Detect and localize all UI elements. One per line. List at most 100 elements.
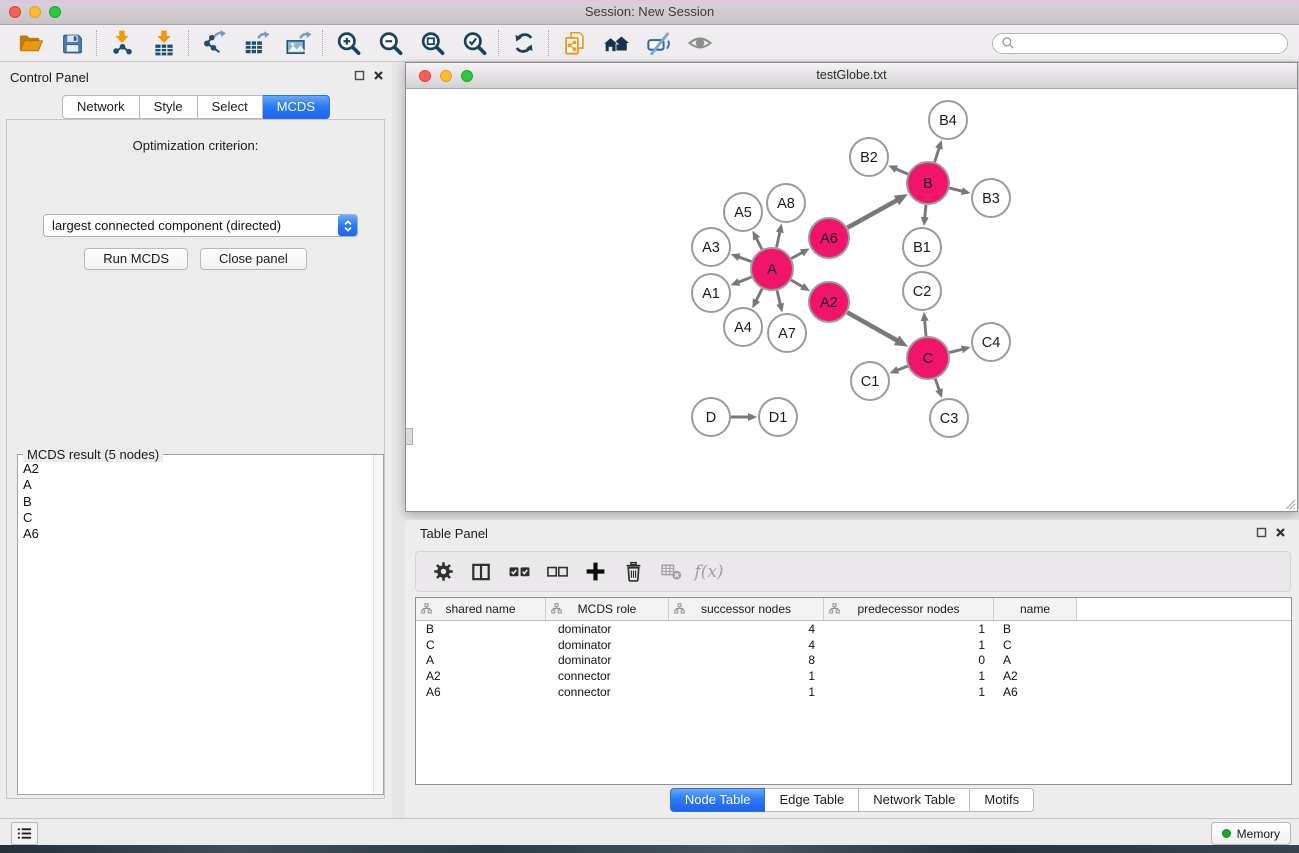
- export-image-icon[interactable]: [277, 27, 319, 59]
- result-scrollbar[interactable]: [373, 455, 383, 794]
- edge-B-B3[interactable]: [949, 188, 962, 191]
- unselect-all-columns-icon[interactable]: [538, 556, 576, 588]
- edge-A-A7[interactable]: [777, 290, 780, 304]
- edge-A-A5[interactable]: [756, 238, 762, 250]
- node-label-C1: C1: [861, 374, 880, 390]
- edge-A-A3[interactable]: [738, 257, 751, 262]
- column-header-successor-nodes[interactable]: successor nodes: [669, 598, 824, 620]
- table-row[interactable]: Adominator80A: [416, 652, 1291, 668]
- delete-table-icon[interactable]: [652, 556, 690, 588]
- export-network-icon[interactable]: [193, 27, 235, 59]
- table-cell: dominator: [546, 622, 669, 636]
- edge-A-A1[interactable]: [738, 277, 752, 282]
- table-cell: 0: [824, 653, 994, 667]
- refresh-view-icon[interactable]: [503, 27, 545, 59]
- result-item: C: [23, 510, 373, 526]
- table-row[interactable]: Bdominator41B: [416, 621, 1291, 637]
- search-input[interactable]: [1020, 35, 1279, 51]
- criterion-dropdown[interactable]: largest connected component (directed): [43, 214, 358, 237]
- column-header-MCDS-role[interactable]: MCDS role: [546, 598, 669, 620]
- column-header-name[interactable]: name: [994, 598, 1077, 620]
- float-panel-icon[interactable]: [354, 70, 365, 81]
- edge-B-B4[interactable]: [935, 148, 940, 162]
- function-builder-icon[interactable]: f(x): [690, 556, 728, 588]
- table-cell: 4: [669, 638, 824, 652]
- table-row[interactable]: A2connector11A2: [416, 668, 1291, 684]
- edge-A-A8[interactable]: [777, 231, 780, 247]
- show-hide-eye-icon[interactable]: [679, 27, 721, 59]
- edge-A2-C[interactable]: [847, 312, 897, 340]
- zoom-out-icon[interactable]: [369, 27, 411, 59]
- mcds-result-box: MCDS result (5 nodes) A2ABCA6: [17, 454, 384, 795]
- zoom-selected-icon[interactable]: [453, 27, 495, 59]
- select-all-columns-icon[interactable]: [500, 556, 538, 588]
- edge-C-C2[interactable]: [925, 320, 926, 336]
- desktop-wallpaper-strip: [0, 845, 1299, 853]
- float-table-panel-icon[interactable]: [1256, 527, 1267, 538]
- table-row[interactable]: A6connector11A6: [416, 684, 1291, 700]
- delete-column-icon[interactable]: [614, 556, 652, 588]
- network-view[interactable]: AA1A3A5A8A4A7A6A2BB2B4B3B1CC2C4C1C3DD1: [406, 88, 1297, 511]
- node-label-D1: D1: [769, 410, 788, 426]
- import-table-icon[interactable]: [143, 27, 185, 59]
- tab-style[interactable]: Style: [140, 95, 198, 119]
- tab-network[interactable]: Network: [62, 95, 140, 119]
- close-table-panel-icon[interactable]: [1275, 527, 1286, 538]
- column-header-shared-name[interactable]: shared name: [416, 598, 546, 620]
- table-panel-title: Table Panel: [420, 526, 488, 541]
- edge-C-C1[interactable]: [897, 366, 908, 370]
- add-column-icon[interactable]: [576, 556, 614, 588]
- edge-C-C3[interactable]: [935, 379, 939, 391]
- edge-A-A6[interactable]: [791, 252, 802, 258]
- edge-arrow-icon: [890, 366, 900, 373]
- result-item: A: [23, 477, 373, 493]
- open-session-icon[interactable]: [9, 27, 51, 59]
- column-visibility-icon[interactable]: [462, 556, 500, 588]
- tab-motifs[interactable]: Motifs: [970, 788, 1034, 812]
- table-row[interactable]: Cdominator41C: [416, 637, 1291, 653]
- label-visibility-icon[interactable]: [637, 27, 679, 59]
- tab-network-table[interactable]: Network Table: [859, 788, 970, 812]
- network-window-titlebar[interactable]: testGlobe.txt: [406, 63, 1297, 89]
- close-panel-icon[interactable]: [373, 70, 384, 81]
- export-table-icon[interactable]: [235, 27, 277, 59]
- zoom-fit-icon[interactable]: [411, 27, 453, 59]
- import-network-icon[interactable]: [101, 27, 143, 59]
- resize-grip-icon[interactable]: [1282, 496, 1296, 510]
- node-label-B2: B2: [860, 150, 878, 166]
- birdseye-handle[interactable]: [406, 428, 413, 445]
- node-label-A8: A8: [777, 196, 795, 212]
- settings-gear-icon[interactable]: [424, 556, 462, 588]
- save-session-icon[interactable]: [51, 27, 93, 59]
- edge-A-A2[interactable]: [791, 280, 803, 287]
- node-label-D: D: [706, 410, 716, 426]
- result-item: A6: [23, 526, 373, 542]
- close-panel-button[interactable]: Close panel: [200, 248, 307, 270]
- edge-B-B2[interactable]: [896, 169, 908, 174]
- tab-mcds[interactable]: MCDS: [263, 95, 330, 119]
- table-cell: C: [994, 638, 1077, 652]
- new-network-from-selection-icon[interactable]: [553, 27, 595, 59]
- show-task-history-button[interactable]: [11, 822, 38, 845]
- tab-node-table[interactable]: Node Table: [670, 788, 766, 812]
- node-label-A6: A6: [820, 231, 838, 247]
- table-cell: A2: [994, 669, 1077, 683]
- node-label-A: A: [767, 262, 777, 278]
- edge-A6-B[interactable]: [847, 200, 897, 228]
- column-header-predecessor-nodes[interactable]: predecessor nodes: [824, 598, 994, 620]
- mcds-panel: Optimization criterion: largest connecte…: [6, 119, 385, 799]
- network-graph[interactable]: AA1A3A5A8A4A7A6A2BB2B4B3B1CC2C4C1C3DD1: [406, 88, 1297, 511]
- memory-button[interactable]: Memory: [1211, 822, 1291, 845]
- edge-B-B1[interactable]: [925, 205, 926, 218]
- cybrowser-home-icon[interactable]: [595, 27, 637, 59]
- search-field[interactable]: [992, 33, 1288, 54]
- edge-A-A4[interactable]: [756, 289, 762, 301]
- zoom-in-icon[interactable]: [327, 27, 369, 59]
- network-window: testGlobe.txt AA1A3A5A8A4A7A6A2BB2B4B3B1…: [405, 62, 1298, 512]
- table-cell: dominator: [546, 638, 669, 652]
- tab-edge-table[interactable]: Edge Table: [765, 788, 859, 812]
- run-mcds-button[interactable]: Run MCDS: [84, 248, 188, 270]
- edge-C-C4[interactable]: [949, 349, 963, 352]
- status-bar: Memory: [0, 818, 1299, 845]
- tab-select[interactable]: Select: [198, 95, 263, 119]
